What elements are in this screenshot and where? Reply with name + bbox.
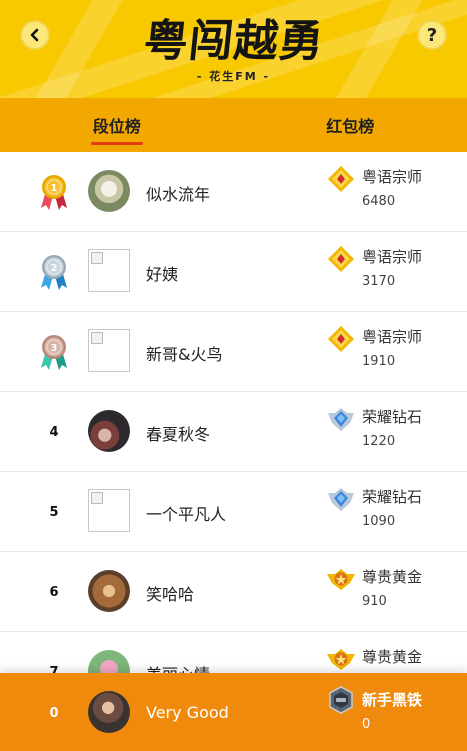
rank-cell: 5 <box>34 492 74 532</box>
logo: 粤闯越勇 - 花生FM - <box>0 16 467 84</box>
svg-text:3: 3 <box>51 343 58 354</box>
master-badge-icon <box>326 244 356 274</box>
avatar[interactable] <box>88 329 130 372</box>
leaderboard-row[interactable]: 5 一个平凡人 荣耀钻石 1090 <box>0 472 467 552</box>
rank-number: 4 <box>49 424 59 440</box>
leaderboard-row[interactable]: 3 新哥&火鸟 粤语宗师 1910 <box>0 312 467 392</box>
avatar[interactable] <box>88 489 130 532</box>
rank-number: 6 <box>49 584 59 600</box>
leaderboard-row[interactable]: 1 似水流年 粤语宗师 6480 <box>0 152 467 232</box>
my-avatar[interactable] <box>88 691 130 733</box>
my-rank-bar: 0 Very Good 新手黑铁 0 <box>0 673 467 751</box>
svg-text:1: 1 <box>51 183 58 194</box>
tier-label: 粤语宗师 <box>362 248 423 266</box>
tier-label: 粤语宗师 <box>362 328 423 346</box>
my-score: 0 <box>362 717 371 732</box>
rank-number: 5 <box>49 504 59 520</box>
rank-cell: 6 <box>34 572 74 612</box>
question-mark-icon: ? <box>426 24 438 46</box>
user-name: 春夏秋冬 <box>146 425 211 444</box>
leaderboard-row[interactable]: 6 笑哈哈 尊贵黄金 910 <box>0 552 467 632</box>
broken-image-icon <box>91 332 103 344</box>
svg-text:2: 2 <box>51 263 58 274</box>
my-name: Very Good <box>146 703 229 722</box>
tab-bar: 段位榜 红包榜 <box>0 98 467 152</box>
leaderboard-row[interactable]: 4 春夏秋冬 荣耀钻石 1220 <box>0 392 467 472</box>
score: 910 <box>362 594 387 609</box>
user-name: 一个平凡人 <box>146 505 227 524</box>
tier-label: 尊贵黄金 <box>362 568 423 586</box>
score: 1910 <box>362 354 396 369</box>
user-name: 笑哈哈 <box>146 585 195 604</box>
score: 6480 <box>362 194 396 209</box>
score: 1090 <box>362 514 396 529</box>
logo-title: 粤闯越勇 <box>140 16 327 67</box>
master-badge-icon <box>326 164 356 194</box>
user-name: 似水流年 <box>146 185 211 204</box>
tab-rank-label: 段位榜 <box>90 113 143 145</box>
iron-badge-icon <box>326 685 356 715</box>
avatar[interactable] <box>88 410 130 452</box>
leaderboard-list: 1 似水流年 粤语宗师 6480 2 好姨 粤语宗师 3170 3 新哥&火鸟 粤语… <box>0 152 467 712</box>
header: 粤闯越勇 - 花生FM - ? <box>0 0 467 98</box>
tab-rank[interactable]: 段位榜 <box>0 98 234 152</box>
avatar[interactable] <box>88 249 130 292</box>
silver-medal-icon: 2 <box>34 252 74 292</box>
tab-red-packet-label: 红包榜 <box>326 117 375 136</box>
my-rank-number: 0 <box>49 705 59 721</box>
tier-label: 荣耀钻石 <box>362 408 423 426</box>
diamond-badge-icon <box>326 484 356 514</box>
user-name: 新哥&火鸟 <box>146 345 223 364</box>
active-tab-indicator <box>90 142 143 145</box>
master-badge-icon <box>326 324 356 354</box>
tier-label: 粤语宗师 <box>362 168 423 186</box>
tier-label: 尊贵黄金 <box>362 648 423 666</box>
logo-subtitle: - 花生FM - <box>196 70 271 83</box>
diamond-badge-icon <box>326 404 356 434</box>
help-button[interactable]: ? <box>417 20 447 50</box>
rank-cell: 4 <box>34 412 74 452</box>
gold-badge-icon <box>326 564 356 594</box>
user-name: 好姨 <box>146 265 179 284</box>
broken-image-icon <box>91 252 103 264</box>
bronze-medal-icon: 3 <box>34 332 74 372</box>
my-tier: 新手黑铁 <box>362 691 423 709</box>
gold-medal-icon: 1 <box>34 172 74 212</box>
tab-red-packet[interactable]: 红包榜 <box>234 98 467 152</box>
score: 3170 <box>362 274 396 289</box>
broken-image-icon <box>91 492 103 504</box>
leaderboard-row[interactable]: 2 好姨 粤语宗师 3170 <box>0 232 467 312</box>
avatar[interactable] <box>88 570 130 612</box>
my-rank: 0 <box>34 693 74 733</box>
gold-badge-icon <box>326 644 356 674</box>
avatar[interactable] <box>88 170 130 212</box>
tier-label: 荣耀钻石 <box>362 488 423 506</box>
score: 1220 <box>362 434 396 449</box>
